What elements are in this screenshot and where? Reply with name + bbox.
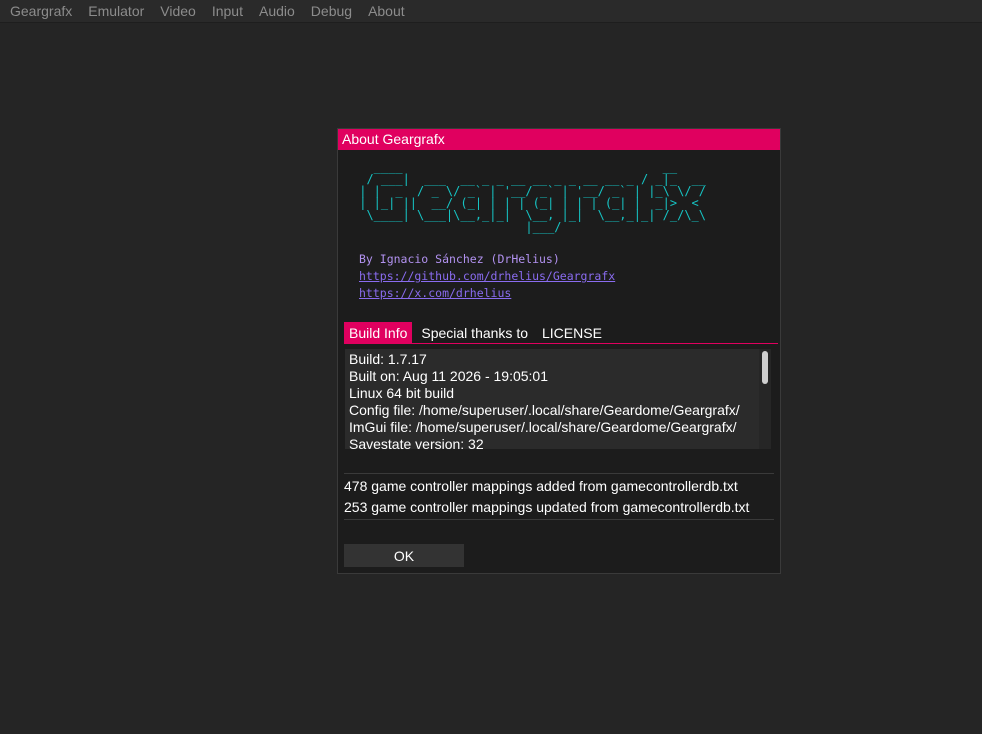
- build-platform: Linux 64 bit build: [349, 385, 455, 401]
- about-tabs: Build Info Special thanks to LICENSE: [344, 322, 778, 344]
- x-link[interactable]: https://x.com/drhelius: [359, 285, 511, 302]
- config-file-path: Config file: /home/superuser/.local/shar…: [349, 402, 740, 418]
- menu-debug[interactable]: Debug: [303, 0, 360, 23]
- build-date: Built on: Aug 11 2026 - 19:05:01: [349, 368, 549, 384]
- menu-audio[interactable]: Audio: [251, 0, 303, 23]
- build-info-list: Build: 1.7.17 Built on: Aug 11 2026 - 19…: [349, 351, 761, 449]
- build-info-panel[interactable]: Build: 1.7.17 Built on: Aug 11 2026 - 19…: [345, 349, 771, 449]
- menu-input[interactable]: Input: [204, 0, 251, 23]
- imgui-file-path: ImGui file: /home/superuser/.local/share…: [349, 419, 737, 435]
- ascii-logo: ____ __ / ___| ___ __ _ _ __ __ _ _ __ _…: [359, 160, 707, 234]
- scrollbar-thumb[interactable]: [762, 351, 768, 384]
- separator: [344, 519, 774, 520]
- tab-build-info[interactable]: Build Info: [344, 322, 413, 343]
- menu-geargrafx[interactable]: Geargrafx: [2, 0, 80, 23]
- savestate-version: Savestate version: 32: [349, 436, 484, 449]
- controller-mappings-added: 478 game controller mappings added from …: [344, 478, 738, 494]
- ok-button[interactable]: OK: [344, 544, 464, 567]
- github-link[interactable]: https://github.com/drhelius/Geargrafx: [359, 268, 615, 285]
- controller-mappings-updated: 253 game controller mappings updated fro…: [344, 499, 750, 515]
- build-version: Build: 1.7.17: [349, 351, 427, 367]
- separator: [344, 473, 774, 474]
- menu-video[interactable]: Video: [152, 0, 204, 23]
- about-dialog: About Geargrafx ____ __ / ___| ___ __ _ …: [337, 128, 781, 574]
- tab-special-thanks[interactable]: Special thanks to: [416, 322, 533, 343]
- menu-emulator[interactable]: Emulator: [80, 0, 152, 23]
- author-credit: By Ignacio Sánchez (DrHelius): [359, 252, 560, 266]
- menu-bar: Geargrafx Emulator Video Input Audio Deb…: [0, 0, 982, 23]
- tab-license[interactable]: LICENSE: [537, 322, 607, 343]
- dialog-title[interactable]: About Geargrafx: [338, 129, 780, 150]
- menu-about[interactable]: About: [360, 0, 413, 23]
- build-info-scrollbar[interactable]: [759, 349, 771, 449]
